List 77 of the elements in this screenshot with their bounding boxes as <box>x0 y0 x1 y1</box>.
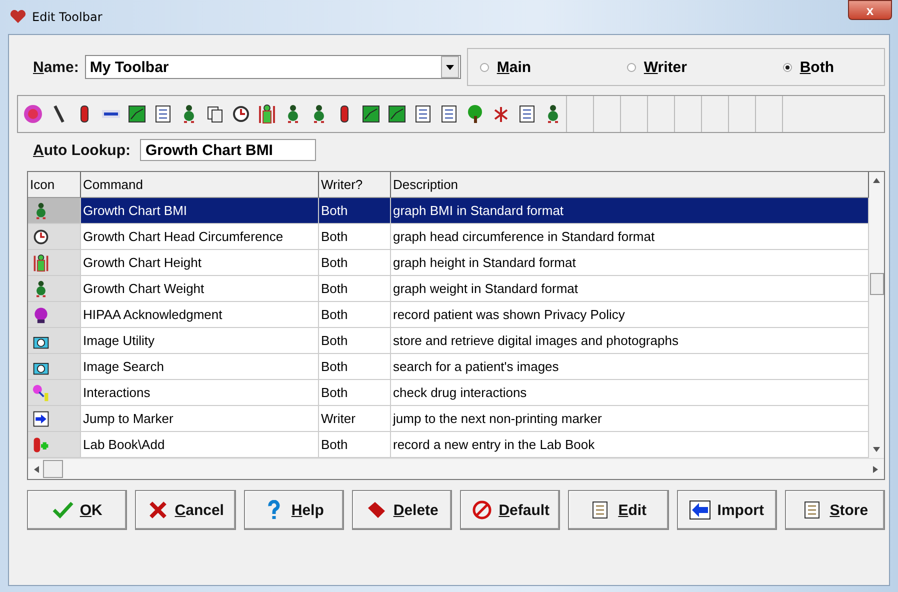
table-cell: Both <box>319 354 391 380</box>
scroll-thumb[interactable] <box>870 273 884 295</box>
check-icon <box>52 500 74 520</box>
radio-option[interactable]: Writer <box>626 58 687 76</box>
radio-option[interactable]: Both <box>782 58 834 76</box>
table-cell[interactable]: Interactions <box>81 380 319 406</box>
copy-icon <box>205 104 225 124</box>
vertical-scrollbar[interactable] <box>869 172 884 458</box>
table-cell: graph weight in Standard format <box>391 276 869 302</box>
scroll-left-icon[interactable] <box>34 466 39 472</box>
edit-button[interactable]: Edit <box>568 490 668 530</box>
table-cell: record patient was shown Privacy Policy <box>391 302 869 328</box>
table-cell[interactable]: Jump to Marker <box>81 406 319 432</box>
radio-button[interactable] <box>480 62 489 72</box>
default-button[interactable]: Default <box>460 490 560 530</box>
table-cell[interactable]: HIPAA Acknowledgment <box>81 302 319 328</box>
close-button[interactable]: x <box>848 0 892 20</box>
delete-button[interactable]: Delete <box>352 490 452 530</box>
table-cell: Both <box>319 380 391 406</box>
doc-icon <box>439 104 459 124</box>
scroll-right-icon[interactable] <box>873 466 878 472</box>
radio-option[interactable]: Main <box>480 58 532 76</box>
table-cell: Both <box>319 276 391 302</box>
chart-icon <box>387 104 407 124</box>
table-cell: search for a patient's images <box>391 354 869 380</box>
horizontal-scrollbar[interactable] <box>28 458 884 479</box>
table-cell: store and retrieve digital images and photographs <box>391 328 869 354</box>
person-icon <box>32 254 50 272</box>
tree-icon <box>465 104 485 124</box>
table-cell: Writer <box>319 406 391 432</box>
column-header[interactable]: Writer? <box>319 172 391 198</box>
arrow-left-icon <box>689 500 712 520</box>
ok-button[interactable]: OK <box>27 490 128 530</box>
store-button[interactable]: Store <box>784 490 885 530</box>
table-cell: Both <box>319 328 391 354</box>
doc-icon <box>413 104 433 124</box>
name-combobox[interactable]: My Toolbar <box>84 55 461 79</box>
chart-icon <box>361 104 381 124</box>
chart-icon <box>127 104 147 124</box>
radio-button[interactable] <box>782 62 792 72</box>
table-cell: Both <box>319 198 391 224</box>
x-mark-icon <box>146 500 169 520</box>
table-cell: graph head circumference in Standard format <box>391 224 869 250</box>
column-header[interactable]: Description <box>391 172 869 198</box>
doc-icon <box>517 104 537 124</box>
doc-icon <box>153 104 173 124</box>
column-header[interactable]: Command <box>81 172 319 198</box>
table-cell: jump to the next non-printing marker <box>391 406 869 432</box>
help-button[interactable]: Help <box>244 490 344 530</box>
scroll-down-icon[interactable] <box>873 447 880 452</box>
clock-icon <box>32 228 50 246</box>
table-cell: check drug interactions <box>391 380 869 406</box>
person-icon <box>257 104 277 124</box>
auto-lookup-field[interactable]: Growth Chart BMI <box>140 139 316 161</box>
import-button[interactable]: Import <box>676 490 777 530</box>
table-cell: Both <box>319 250 391 276</box>
table-cell[interactable]: Image Utility <box>81 328 319 354</box>
table-cell: graph height in Standard format <box>391 250 869 276</box>
auto-lookup-label: Auto Lookup: <box>33 142 130 158</box>
table-cell[interactable]: Growth Chart BMI <box>81 198 319 224</box>
heart-icon <box>10 10 26 24</box>
column-header[interactable]: Icon <box>28 172 81 198</box>
table-cell[interactable]: Growth Chart Weight <box>81 276 319 302</box>
name-label: Name: <box>33 58 79 76</box>
scroll-thumb[interactable] <box>43 460 63 478</box>
clock-icon <box>231 104 251 124</box>
window-title: Edit Toolbar <box>32 10 102 24</box>
table-cell: Both <box>319 224 391 250</box>
scroll-up-icon[interactable] <box>873 178 880 183</box>
table-cell[interactable]: Growth Chart Height <box>81 250 319 276</box>
table-cell: Both <box>319 302 391 328</box>
prohibited-icon <box>470 500 493 520</box>
table-cell: graph BMI in Standard format <box>391 198 869 224</box>
radio-button[interactable] <box>626 62 636 72</box>
table-cell[interactable]: Growth Chart Head Circumference <box>81 224 319 250</box>
cancel-button[interactable]: Cancel <box>135 490 236 530</box>
table-cell[interactable]: Image Search <box>81 354 319 380</box>
